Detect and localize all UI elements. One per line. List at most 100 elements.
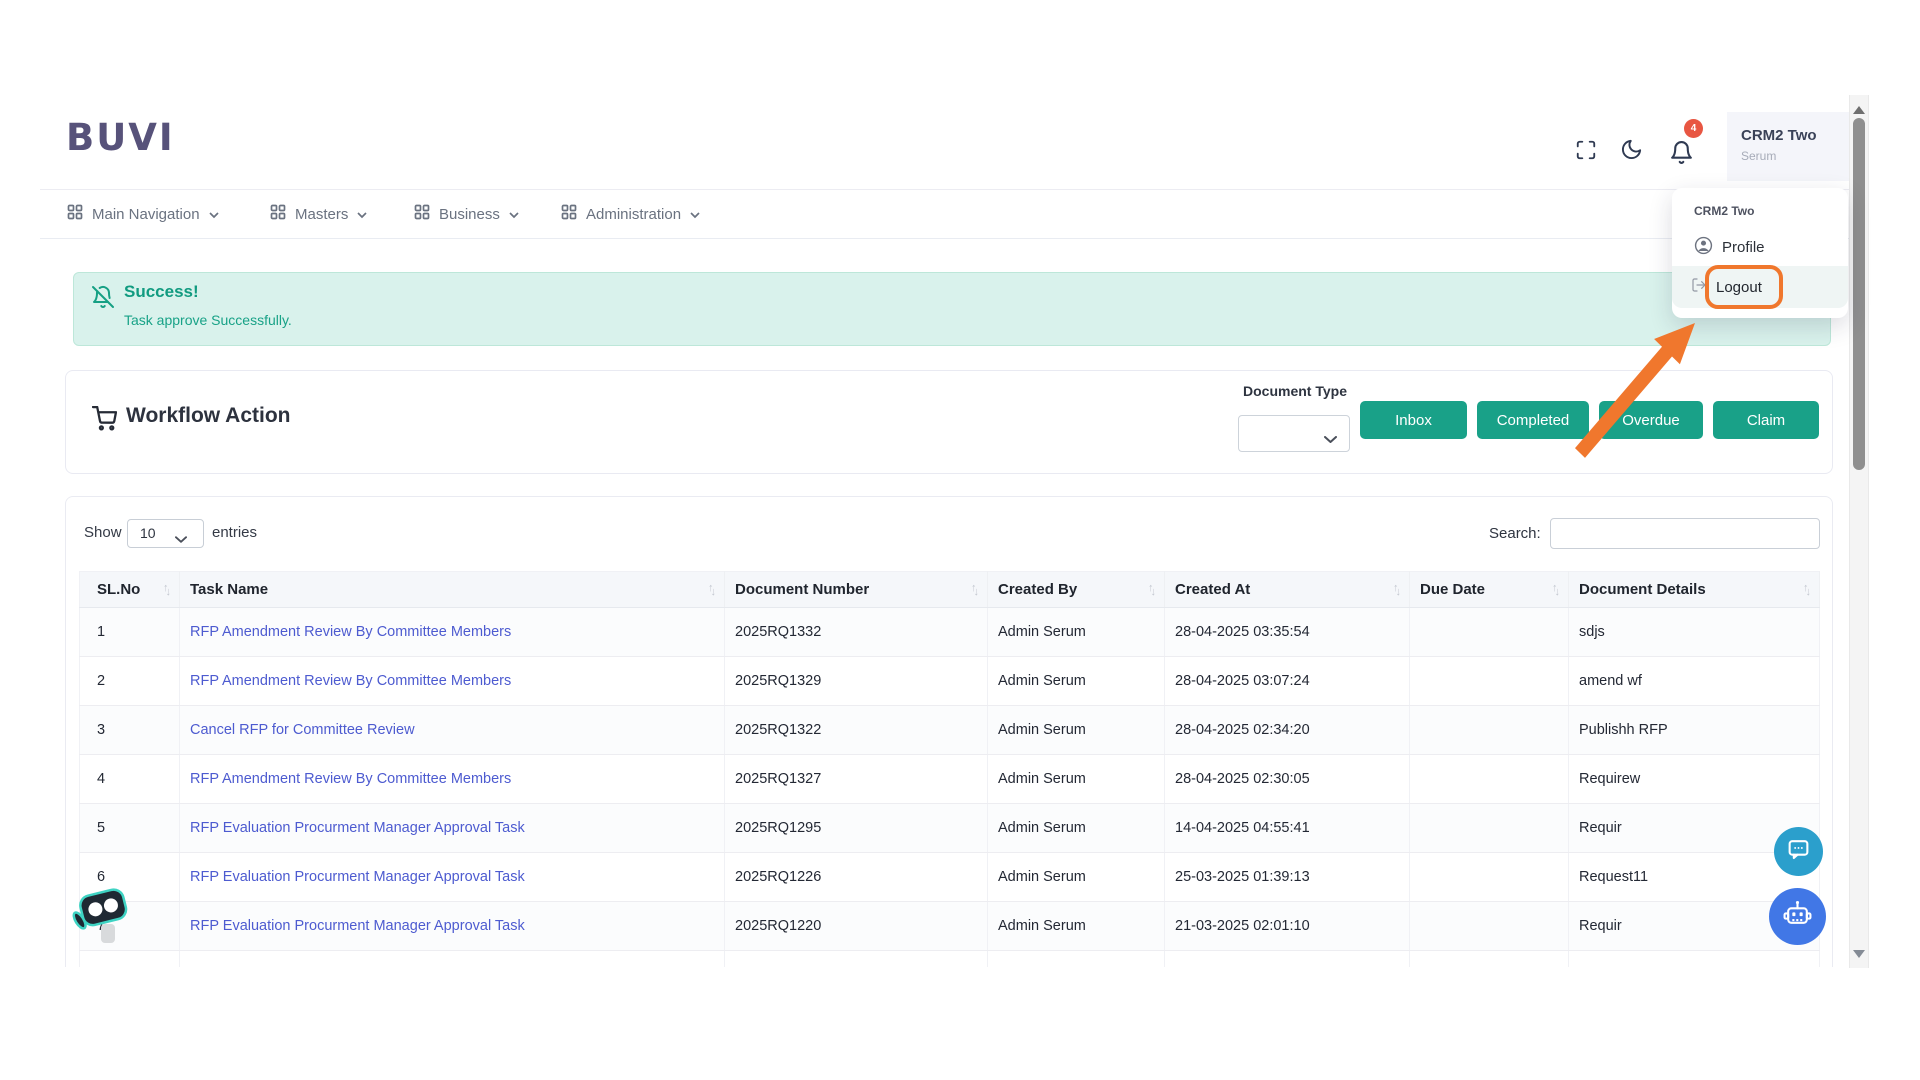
cell-sl: 4 <box>79 754 180 804</box>
page-title: Workflow Action <box>126 404 291 427</box>
table-header-row: SL.No ↑↓ Task Name ↑↓ Document Number ↑↓ Cr… <box>79 571 1820 608</box>
sort-icon[interactable]: ↑↓ <box>1148 582 1159 598</box>
cell-created_by: Admin Serum <box>987 901 1165 951</box>
task-name-link[interactable]: RFP Evaluation Procurment Manager Approv… <box>190 820 525 836</box>
cell-details: Requirew <box>1568 754 1820 804</box>
scrollbar-thumb[interactable] <box>1853 118 1865 470</box>
sort-icon[interactable]: ↑↓ <box>708 582 719 598</box>
cell-task: RFP Evaluation Procurment Manager Approv… <box>179 901 725 951</box>
sort-icon[interactable]: ↑↓ <box>1803 582 1814 598</box>
table-row: 2 RFP Amendment Review By Committee Membe… <box>79 656 1820 706</box>
cell-details: sdjs <box>1568 607 1820 657</box>
nav-label: Administration <box>586 205 682 223</box>
nav-item-main-navigation[interactable]: Main Navigation <box>67 200 219 228</box>
robot-fab-button[interactable] <box>1769 888 1826 945</box>
sort-icon[interactable]: ↑↓ <box>971 582 982 598</box>
chevron-down-icon <box>208 206 219 223</box>
cell-due <box>1409 852 1569 902</box>
user-profile-block[interactable]: CRM2 Two Serum <box>1727 112 1849 181</box>
app-canvas: BUVI 4 CRM2 Two Serum Main Navigation Ma… <box>0 0 1920 1080</box>
notification-bell-icon[interactable] <box>1666 137 1696 167</box>
document-type-select[interactable] <box>1238 415 1350 452</box>
sort-icon[interactable]: ↑↓ <box>1393 582 1404 598</box>
fullscreen-icon[interactable] <box>1571 135 1601 165</box>
robot-icon <box>1783 900 1812 934</box>
grid-icon <box>414 204 430 224</box>
cell-created_at: 21-03-2025 02:01:10 <box>1164 901 1410 951</box>
cell-task: RFP Amendment Review By Committee Member… <box>179 754 725 804</box>
cell-task: RFP Amendment Review By Committee Member… <box>179 656 725 706</box>
chat-bubble-icon <box>1786 837 1811 867</box>
cell-created_at: 14-04-2025 04:55:41 <box>1164 803 1410 853</box>
menu-item-profile[interactable]: Profile <box>1672 228 1848 266</box>
task-name-link[interactable]: RFP Evaluation Procurment Manager Approv… <box>190 918 525 934</box>
task-name-link[interactable]: RFP Amendment Review By Committee Member… <box>190 624 511 640</box>
scrollbar-up-arrow[interactable] <box>1853 106 1865 114</box>
page-size-value: 10 <box>140 525 156 541</box>
chat-fab-button[interactable] <box>1774 827 1823 876</box>
nav-label: Main Navigation <box>92 205 200 223</box>
completed-button[interactable]: Completed <box>1477 401 1589 439</box>
user-subtitle: Serum <box>1741 149 1777 163</box>
overdue-button[interactable]: Overdue <box>1599 401 1703 439</box>
cell-created_by: Admin Serum <box>987 705 1165 755</box>
grid-icon <box>67 204 83 224</box>
cell-doc: 2025RQ1220 <box>724 901 988 951</box>
cell-due <box>1409 705 1569 755</box>
grid-icon <box>561 204 577 224</box>
dark-mode-moon-icon[interactable] <box>1616 134 1646 164</box>
cell-task: Cancel RFP for Committee Review <box>179 705 725 755</box>
nav-item-masters[interactable]: Masters <box>270 200 367 228</box>
task-name-link[interactable]: RFP Amendment Review By Committee Member… <box>190 771 511 787</box>
cell-created_by: Admin Serum <box>987 852 1165 902</box>
search-input[interactable] <box>1550 518 1820 549</box>
brand-logo[interactable]: BUVI <box>66 116 175 159</box>
scrollbar[interactable] <box>1849 95 1869 968</box>
bell-off-icon <box>92 286 114 308</box>
cell-doc: 2025RQ1226 <box>724 852 988 902</box>
menu-item-logout[interactable]: Logout <box>1672 266 1848 308</box>
search-label: Search: <box>1489 525 1541 542</box>
header-divider <box>40 189 1850 190</box>
column-header-created-by[interactable]: Created By ↑↓ <box>987 571 1165 608</box>
table-body: 1 RFP Amendment Review By Committee Membe… <box>79 607 1820 967</box>
sort-icon[interactable]: ↑↓ <box>1552 582 1563 598</box>
cell-task: RFP Amendment Review By Committee Member… <box>179 607 725 657</box>
logout-label: Logout <box>1716 278 1762 296</box>
nav-item-administration[interactable]: Administration <box>561 200 700 228</box>
cell-task: RFP Evaluation Procurment Manager Approv… <box>179 803 725 853</box>
nav-item-business[interactable]: Business <box>414 200 519 228</box>
task-name-link[interactable]: Cancel RFP for Committee Review <box>190 722 415 738</box>
table-row: 6 RFP Evaluation Procurment Manager Appro… <box>79 852 1820 902</box>
table-card: Show 10 entries Search: SL.No ↑↓ Task Nam… <box>65 496 1833 967</box>
cell-created_at: 28-04-2025 03:35:54 <box>1164 607 1410 657</box>
cell-due <box>1409 754 1569 804</box>
column-header-created-at[interactable]: Created At ↑↓ <box>1164 571 1410 608</box>
column-header-task-name[interactable]: Task Name ↑↓ <box>179 571 725 608</box>
cell-details: amend wf <box>1568 656 1820 706</box>
claim-button[interactable]: Claim <box>1713 401 1819 439</box>
cell-due <box>1409 803 1569 853</box>
document-type-label: Document Type <box>1243 383 1347 399</box>
cell-sl: 1 <box>79 607 180 657</box>
column-header-document-details[interactable]: Document Details ↑↓ <box>1568 571 1820 608</box>
task-name-link[interactable]: RFP Evaluation Procurment Manager Approv… <box>190 869 525 885</box>
sort-icon[interactable]: ↑↓ <box>163 582 174 598</box>
column-header-due-date[interactable]: Due Date ↑↓ <box>1409 571 1569 608</box>
alert-message: Task approve Successfully. <box>124 312 292 328</box>
user-name: CRM2 Two <box>1741 127 1817 144</box>
column-header-slno[interactable]: SL.No ↑↓ <box>79 571 180 608</box>
column-header-document-number[interactable]: Document Number ↑↓ <box>724 571 988 608</box>
user-menu: CRM2 Two Profile Logout <box>1672 188 1848 318</box>
page-size-select[interactable]: 10 <box>127 519 204 548</box>
cell-details: Publishh RFP <box>1568 705 1820 755</box>
scrollbar-down-arrow[interactable] <box>1853 950 1865 958</box>
cell-created_by: Admin Serum <box>987 656 1165 706</box>
notification-count-badge: 4 <box>1684 119 1703 138</box>
logout-icon <box>1691 277 1707 297</box>
inbox-button[interactable]: Inbox <box>1360 401 1467 439</box>
alert-title: Success! <box>124 282 199 301</box>
task-name-link[interactable]: RFP Amendment Review By Committee Member… <box>190 673 511 689</box>
table-row: 4 RFP Amendment Review By Committee Membe… <box>79 754 1820 804</box>
table-row-partial <box>79 950 1820 967</box>
